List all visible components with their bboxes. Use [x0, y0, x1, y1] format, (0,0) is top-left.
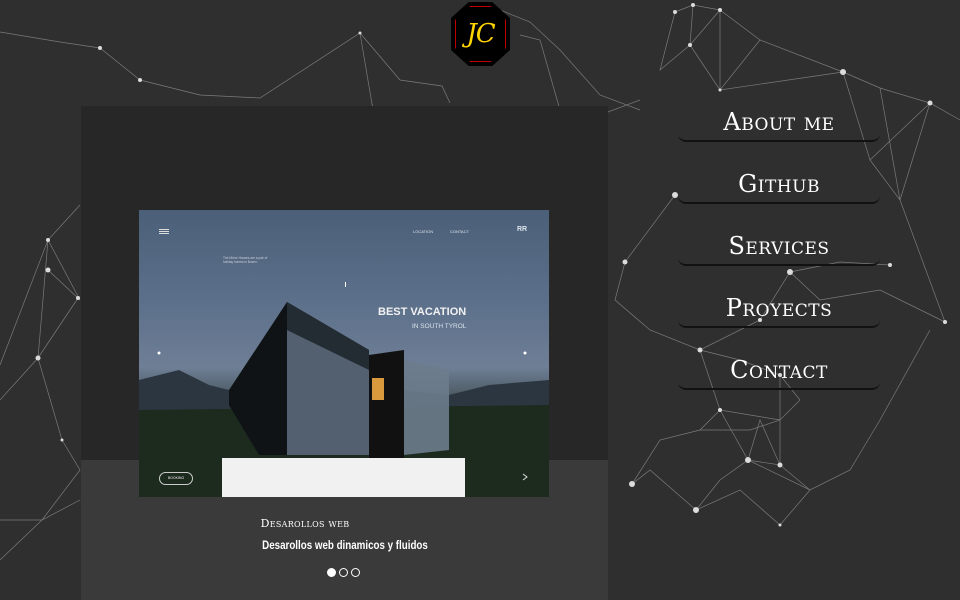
- carousel-indicators: [327, 568, 360, 577]
- mockup-bottom-card: [222, 458, 465, 497]
- site-logo[interactable]: JC: [451, 2, 510, 66]
- slide-title: Desarollos web: [260, 517, 350, 530]
- carousel-indicator-1[interactable]: [327, 568, 336, 577]
- carousel-indicator-3[interactable]: [351, 568, 360, 577]
- mockup-nav-logo: RR: [517, 226, 528, 233]
- logo-text: JC: [466, 19, 495, 49]
- menu-item-contact[interactable]: Contact: [678, 348, 880, 390]
- mockup-scene-illustration: [139, 229, 549, 497]
- main-menu: About me Github Services Proyects Contac…: [678, 100, 880, 410]
- carousel-indicator-2[interactable]: [339, 568, 348, 577]
- mockup-nav-location: LOCATION: [413, 229, 434, 234]
- menu-item-about-me[interactable]: About me: [678, 100, 880, 142]
- mockup-booking-button: BOOKING: [159, 472, 193, 485]
- mockup-nav: LOCATION CONTACT RR: [139, 210, 549, 240]
- slide-image-website-mockup: LOCATION CONTACT RR The Mirror Houses ar…: [139, 210, 549, 497]
- mockup-nav-contact: CONTACT: [450, 229, 470, 234]
- menu-item-proyects[interactable]: Proyects: [678, 286, 880, 328]
- mockup-description: The Mirror Houses are a pair of holiday …: [223, 256, 268, 264]
- mockup-headline: BEST VACATION: [378, 306, 467, 318]
- menu-item-github[interactable]: Github: [678, 162, 880, 204]
- mockup-subheadline: IN SOUTH TYROL: [412, 323, 467, 330]
- slide-subtitle: Desarollos web dinamicos y fluidos: [262, 540, 428, 552]
- menu-item-services[interactable]: Services: [678, 224, 880, 266]
